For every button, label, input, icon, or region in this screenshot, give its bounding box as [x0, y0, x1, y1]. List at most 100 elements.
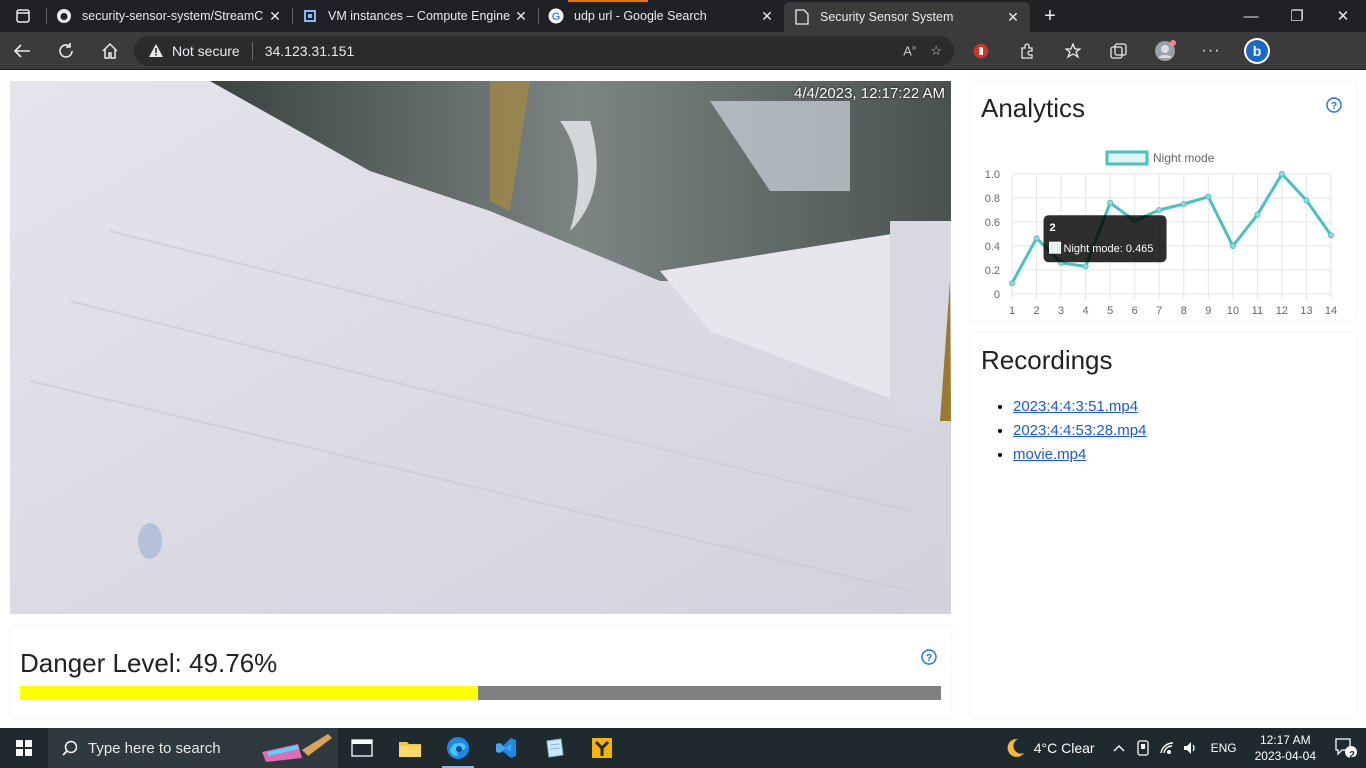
camera-feed: 4/4/2023, 12:17:22 AM — [10, 81, 951, 614]
tab-actions-button[interactable] — [0, 0, 46, 32]
onedrive-icon[interactable] — [1131, 740, 1155, 756]
google-icon: G — [548, 8, 564, 24]
x-tick-label: 1 — [1009, 305, 1015, 317]
danger-level-bar — [20, 686, 941, 700]
extensions-icon[interactable] — [1004, 32, 1050, 70]
extension-adblock-icon[interactable] — [958, 32, 1004, 70]
recording-link[interactable]: 2023:4:4:3:51.mp4 — [1013, 398, 1138, 415]
y-tick-label: 0.2 — [985, 265, 1000, 277]
start-button[interactable] — [0, 728, 48, 768]
analytics-title: Analytics — [981, 93, 1086, 123]
x-tick-label: 11 — [1252, 305, 1263, 317]
close-window-icon[interactable]: ✕ — [1320, 0, 1366, 32]
x-tick-label: 2 — [1033, 305, 1039, 317]
tab-compute-engine[interactable]: VM instances – Compute Engine ✕ — [292, 0, 538, 32]
y-tick-label: 1.0 — [985, 169, 1000, 181]
taskbar-app-icon[interactable] — [578, 728, 626, 768]
chevron-up-icon[interactable] — [1107, 744, 1131, 752]
tab-security-sensor[interactable]: Security Sensor System ✕ — [784, 2, 1030, 32]
refresh-icon — [59, 42, 73, 58]
y-tick-label: 0.6 — [985, 217, 1000, 229]
url-text[interactable]: 34.123.31.151 — [265, 43, 355, 59]
tab-close-icon[interactable]: ✕ — [512, 8, 530, 25]
data-point — [1107, 199, 1114, 206]
favorites-icon[interactable] — [1050, 32, 1096, 70]
tab-close-icon[interactable]: ✕ — [758, 8, 776, 25]
recordings-title: Recordings — [981, 345, 1113, 375]
page-content: 4/4/2023, 12:17:22 AM Danger Level: 49.7… — [0, 71, 1366, 728]
home-button[interactable] — [88, 32, 132, 70]
minimize-icon[interactable]: — — [1228, 0, 1274, 32]
recording-link[interactable]: 2023:4:4:53:28.mp4 — [1013, 422, 1146, 439]
data-point — [1254, 211, 1261, 218]
legend-label: Night mode — [1153, 151, 1215, 165]
taskbar-file-explorer-icon[interactable] — [386, 728, 434, 768]
clock-time: 12:17 AM — [1259, 733, 1311, 747]
y-tick-label: 0.8 — [985, 193, 1000, 205]
security-label[interactable]: Not secure — [172, 43, 240, 59]
x-tick-label: 9 — [1205, 305, 1211, 317]
help-icon[interactable]: ? — [1326, 97, 1342, 118]
back-arrow-icon — [13, 43, 30, 58]
clock-date: 2023-04-04 — [1254, 749, 1316, 763]
browser-tab-bar: security-sensor-system/StreamC ✕ VM inst… — [0, 0, 1366, 32]
data-point — [1156, 207, 1163, 213]
read-aloud-icon[interactable]: A» — [903, 43, 916, 59]
recordings-list: 2023:4:4:3:51.mp4 2023:4:4:53:28.mp4 mov… — [1013, 395, 1146, 467]
taskbar-search[interactable]: Type here to search — [48, 728, 338, 768]
data-point — [1082, 263, 1089, 270]
notification-center-button[interactable]: 2 — [1326, 737, 1366, 761]
wifi-icon[interactable] — [1155, 741, 1179, 755]
volume-icon[interactable] — [1179, 741, 1203, 755]
taskbar-notepad-icon[interactable] — [530, 728, 578, 768]
x-tick-label: 12 — [1276, 305, 1288, 317]
x-tick-label: 5 — [1107, 305, 1113, 317]
home-icon — [102, 42, 118, 59]
warning-icon[interactable] — [148, 43, 164, 58]
tab-close-icon[interactable]: ✕ — [266, 8, 284, 25]
recording-link[interactable]: movie.mp4 — [1013, 446, 1086, 463]
danger-level-fill — [20, 686, 479, 700]
tooltip-swatch — [1049, 241, 1062, 254]
restore-icon[interactable]: ❐ — [1274, 0, 1320, 32]
system-tray: 4°C Clear ENG 12:17 AM 2023-04-04 2 — [1004, 728, 1366, 768]
tab-github[interactable]: security-sensor-system/StreamC ✕ — [46, 0, 292, 32]
data-point — [1009, 280, 1015, 287]
address-bar[interactable]: Not secure 34.123.31.151 A» ☆ — [134, 35, 954, 66]
tab-title: security-sensor-system/StreamC — [82, 9, 264, 23]
help-icon[interactable]: ? — [921, 649, 937, 670]
collections-icon[interactable] — [1096, 32, 1142, 70]
night-mode-chart[interactable]: Night mode00.20.40.60.81.01 2 3 4 5 6 7 8 9 10 11 1… — [971, 131, 1356, 321]
taskbar-edge-icon[interactable] — [434, 728, 482, 768]
tooltip-title: 2 — [1050, 222, 1056, 234]
danger-level-card: Danger Level: 49.76% ? — [10, 626, 951, 718]
tab-close-icon[interactable]: ✕ — [1004, 9, 1022, 26]
data-point — [1033, 235, 1040, 242]
github-icon — [56, 8, 72, 24]
x-tick-label: 7 — [1156, 305, 1162, 317]
camera-image — [10, 81, 951, 614]
svg-text:?: ? — [926, 653, 932, 664]
profile-avatar-icon[interactable] — [1142, 32, 1188, 70]
new-tab-button[interactable]: + — [1030, 0, 1070, 32]
more-menu-icon[interactable]: ··· — [1188, 32, 1234, 70]
taskbar-task-view-icon[interactable] — [338, 728, 386, 768]
language-indicator[interactable]: ENG — [1211, 741, 1237, 755]
add-favorite-icon[interactable]: ☆ — [930, 43, 942, 59]
x-tick-label: 14 — [1325, 305, 1337, 317]
x-tick-label: 8 — [1181, 305, 1187, 317]
bing-copilot-icon[interactable]: b — [1234, 32, 1280, 70]
danger-level-heading: Danger Level: 49.76% — [20, 648, 278, 678]
search-highlight-icon — [262, 734, 332, 762]
tab-title: udp url - Google Search — [574, 9, 707, 23]
y-tick-label: 0 — [994, 289, 1000, 301]
refresh-button[interactable] — [44, 32, 88, 70]
notification-count: 2 — [1349, 750, 1355, 761]
taskbar-vscode-icon[interactable] — [482, 728, 530, 768]
weather-widget[interactable]: 4°C Clear — [1004, 737, 1095, 759]
clock[interactable]: 12:17 AM 2023-04-04 — [1255, 732, 1316, 764]
analytics-card: Analytics ? Night mode 0 0.2 0.4 0.6 0.8 1.0 1 2… — [971, 81, 1356, 321]
tab-google-search[interactable]: G udp url - Google Search ✕ — [538, 0, 784, 32]
tab-actions-icon — [16, 9, 30, 23]
back-button[interactable] — [0, 32, 44, 70]
